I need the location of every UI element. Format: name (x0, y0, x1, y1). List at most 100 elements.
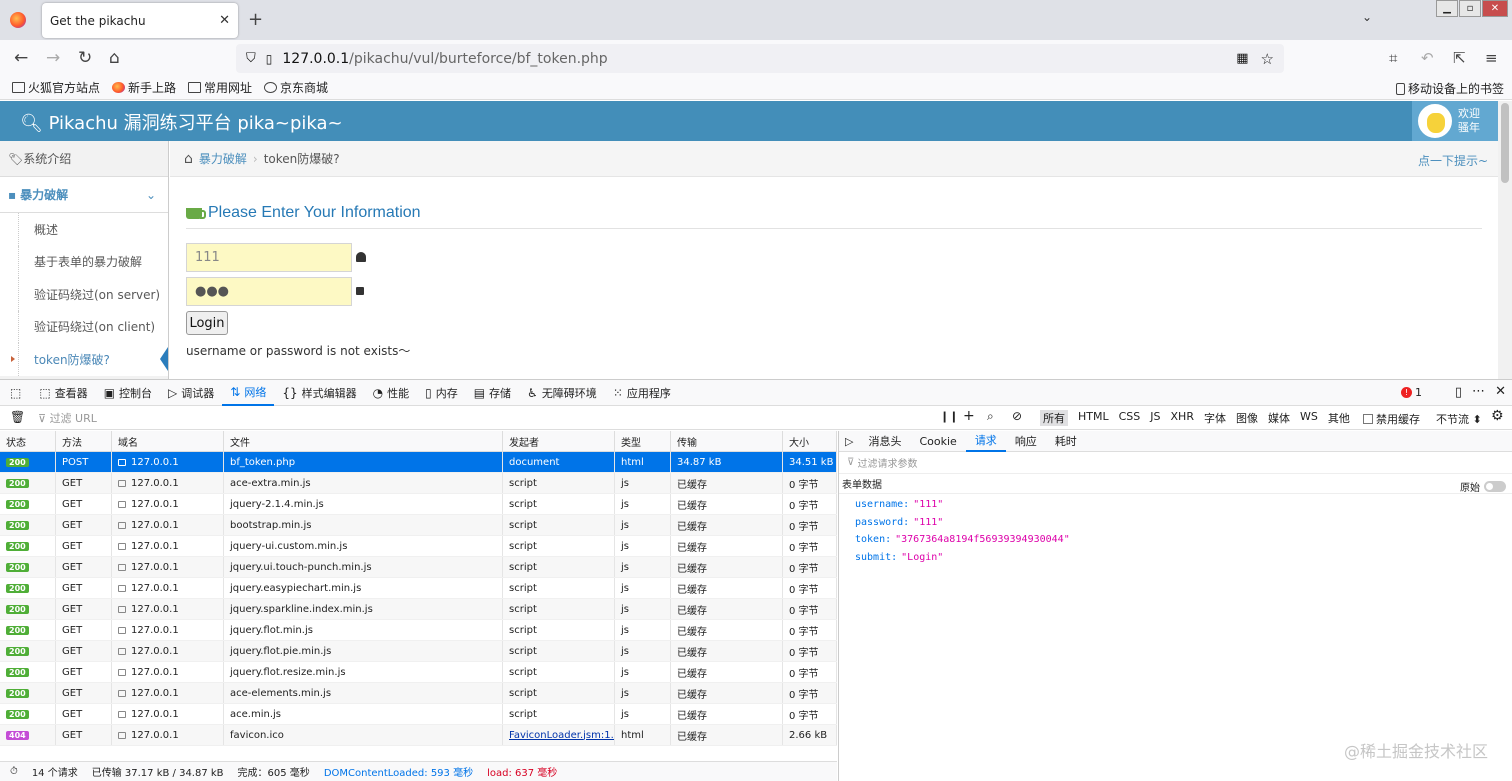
table-row[interactable]: 200 GET 127.0.0.1 jquery.sparkline.index.mi… (0, 599, 837, 620)
sidebar-item-intro[interactable]: 🏷︎ 系统介绍 (0, 141, 168, 177)
login-button[interactable]: Login (186, 311, 228, 335)
form-data-header[interactable]: 表单数据 (839, 474, 1512, 494)
error-counter[interactable]: ! 1 (1401, 386, 1422, 399)
details-tab[interactable]: 耗时 (1046, 431, 1086, 452)
devtools-tab[interactable]: ▷ 调试器 (160, 380, 222, 406)
table-row[interactable]: 200 POST 127.0.0.1 bf_token.php document html… (0, 452, 837, 473)
home-icon[interactable]: ⌂ (184, 151, 193, 167)
pause-icon[interactable]: ❙❙ (940, 410, 958, 423)
sidebar-item-form-bruteforce[interactable]: 基于表单的暴力破解 (18, 245, 168, 278)
column-header[interactable]: 文件 (224, 431, 503, 451)
table-row[interactable]: 200 GET 127.0.0.1 jquery.flot.pie.min.js scr… (0, 641, 837, 662)
maximize-button[interactable]: ▫ (1459, 0, 1481, 17)
initiator-link[interactable]: FaviconLoader.jsm:1... (509, 730, 614, 741)
browser-tab[interactable]: Get the pikachu ✕ (42, 3, 238, 38)
page-scrollbar[interactable] (1498, 101, 1512, 379)
throttle-select[interactable]: 不节流 ⬍ (1436, 411, 1482, 427)
devtools-tab[interactable]: ⬚ 查看器 (31, 380, 95, 406)
type-filter-button[interactable]: 所有 (1040, 410, 1068, 426)
type-filter-button[interactable]: 字体 (1204, 410, 1226, 426)
sidebar-section-bruteforce[interactable]: ▪ 暴力破解 ⌄ (0, 177, 168, 213)
type-filter-button[interactable]: HTML (1078, 410, 1109, 426)
bookmark-item[interactable]: 京东商城 (264, 79, 328, 96)
user-menu[interactable]: 欢迎 骚年 (1412, 101, 1498, 141)
new-tab-button[interactable]: + (248, 10, 263, 30)
devtools-tab[interactable]: ▤ 存储 (466, 380, 519, 406)
tab-close-icon[interactable]: ✕ (219, 13, 230, 28)
raw-toggle[interactable]: 原始 (1460, 479, 1506, 494)
type-filter-button[interactable]: WS (1300, 410, 1318, 426)
reload-icon[interactable]: ↻ (78, 48, 92, 68)
devtools-tab[interactable]: ⇅ 网络 (222, 380, 275, 406)
params-filter-input[interactable]: ⊽ 过滤请求参数 (839, 452, 1512, 474)
details-tab[interactable]: 响应 (1006, 431, 1046, 452)
devtools-tab[interactable]: ♿ 无障碍环境 (519, 380, 605, 406)
disable-cache-checkbox[interactable]: 禁用缓存 (1363, 411, 1420, 427)
devtools-tab[interactable]: ◔ 性能 (365, 380, 417, 406)
toggle-switch[interactable] (1484, 481, 1506, 492)
table-row[interactable]: 200 GET 127.0.0.1 jquery.easypiechart.min.j… (0, 578, 837, 599)
devtools-tab[interactable]: ▣ 控制台 (96, 380, 160, 406)
devtools-tab[interactable]: ⁙ 应用程序 (605, 380, 679, 406)
table-row[interactable]: 200 GET 127.0.0.1 ace-extra.min.js script js 已… (0, 473, 837, 494)
extensions-icon[interactable]: ⇱ (1453, 48, 1466, 68)
crop-icon[interactable]: ⌗ (1389, 48, 1397, 68)
devtools-close-icon[interactable]: ✕ (1495, 384, 1506, 399)
table-row[interactable]: 200 GET 127.0.0.1 jquery-ui.custom.min.js sc… (0, 536, 837, 557)
sidebar-item-captcha-client[interactable]: 验证码绕过(on client) (18, 310, 168, 343)
type-filter-button[interactable]: 图像 (1236, 410, 1258, 426)
bookmark-item[interactable]: 新手上路 (112, 79, 176, 96)
undo-icon[interactable]: ↶ (1421, 48, 1434, 68)
type-filter-button[interactable]: XHR (1171, 410, 1194, 426)
column-header[interactable]: 域名 (112, 431, 224, 451)
block-icon[interactable]: ⊘ (1012, 409, 1022, 423)
details-tab[interactable]: Cookie (910, 431, 965, 452)
dock-icon[interactable]: ▯ (1455, 385, 1462, 400)
element-picker-icon[interactable]: ⬚ (0, 386, 31, 400)
column-header[interactable]: 大小 (783, 431, 837, 451)
breadcrumb-parent-link[interactable]: 暴力破解 (199, 150, 247, 167)
table-row[interactable]: 200 GET 127.0.0.1 jquery.flot.resize.min.js… (0, 662, 837, 683)
window-close-button[interactable]: ✕ (1482, 0, 1508, 17)
menu-icon[interactable]: ≡ (1485, 48, 1498, 68)
bookmark-item[interactable]: 火狐官方站点 (12, 79, 100, 96)
column-header[interactable]: 状态 (0, 431, 56, 451)
bookmark-star-icon[interactable]: ☆ (1261, 50, 1274, 68)
firefox-menu-icon[interactable] (10, 12, 26, 28)
password-input[interactable]: ●●● (186, 277, 352, 306)
tab-list-chevron-icon[interactable]: ⌄ (1362, 10, 1372, 24)
back-arrow-icon[interactable]: ← (14, 48, 28, 68)
type-filter-button[interactable]: JS (1150, 410, 1160, 426)
details-tab[interactable]: 请求 (965, 431, 1006, 452)
search-icon[interactable]: ⌕ (987, 409, 994, 424)
scrollbar-thumb[interactable] (1501, 103, 1509, 183)
devtools-tab[interactable]: {} 样式编辑器 (274, 380, 364, 406)
sidebar-item-overview[interactable]: 概述 (18, 213, 168, 246)
plus-icon[interactable]: + (963, 408, 975, 424)
column-header[interactable]: 方法 (56, 431, 112, 451)
forward-arrow-icon[interactable]: → (46, 48, 60, 68)
trash-icon[interactable]: 🗑︎ (10, 410, 25, 424)
sidebar-item-captcha-server[interactable]: 验证码绕过(on server) (18, 278, 168, 311)
table-row[interactable]: 200 GET 127.0.0.1 ace-elements.min.js script… (0, 683, 837, 704)
table-row[interactable]: 200 GET 127.0.0.1 jquery.ui.touch-punch.min… (0, 557, 837, 578)
site-brand[interactable]: 🔍︎ Pikachu 漏洞练习平台 pika~pika~ (20, 109, 343, 135)
username-input[interactable]: 111 (186, 243, 352, 272)
table-row[interactable]: 200 GET 127.0.0.1 bootstrap.min.js script js 已… (0, 515, 837, 536)
column-header[interactable]: 发起者 (503, 431, 615, 451)
url-filter-input[interactable]: ⊽ 过滤 URL (38, 410, 97, 426)
table-row[interactable]: 404 GET 127.0.0.1 favicon.ico FaviconLoader.… (0, 725, 837, 746)
column-header[interactable]: 类型 (615, 431, 671, 451)
qr-code-icon[interactable]: ▦ (1236, 51, 1248, 66)
sidebar-item-token[interactable]: token防爆破? (11, 343, 168, 376)
hint-link[interactable]: 点一下提示~ (1418, 152, 1488, 169)
type-filter-button[interactable]: 其他 (1328, 410, 1350, 426)
minimize-button[interactable]: ▁ (1436, 0, 1458, 17)
type-filter-button[interactable]: CSS (1119, 410, 1141, 426)
more-options-icon[interactable]: ⋯ (1472, 384, 1485, 399)
table-row[interactable]: 200 GET 127.0.0.1 jquery-2.1.4.min.js script… (0, 494, 837, 515)
settings-gear-icon[interactable]: ⚙ (1491, 408, 1504, 424)
details-tab[interactable]: 消息头 (859, 431, 910, 452)
url-bar[interactable]: ⛉ ▯ 127.0.0.1/pikachu/vul/burteforce/bf_… (236, 44, 1284, 73)
type-filter-button[interactable]: 媒体 (1268, 410, 1290, 426)
